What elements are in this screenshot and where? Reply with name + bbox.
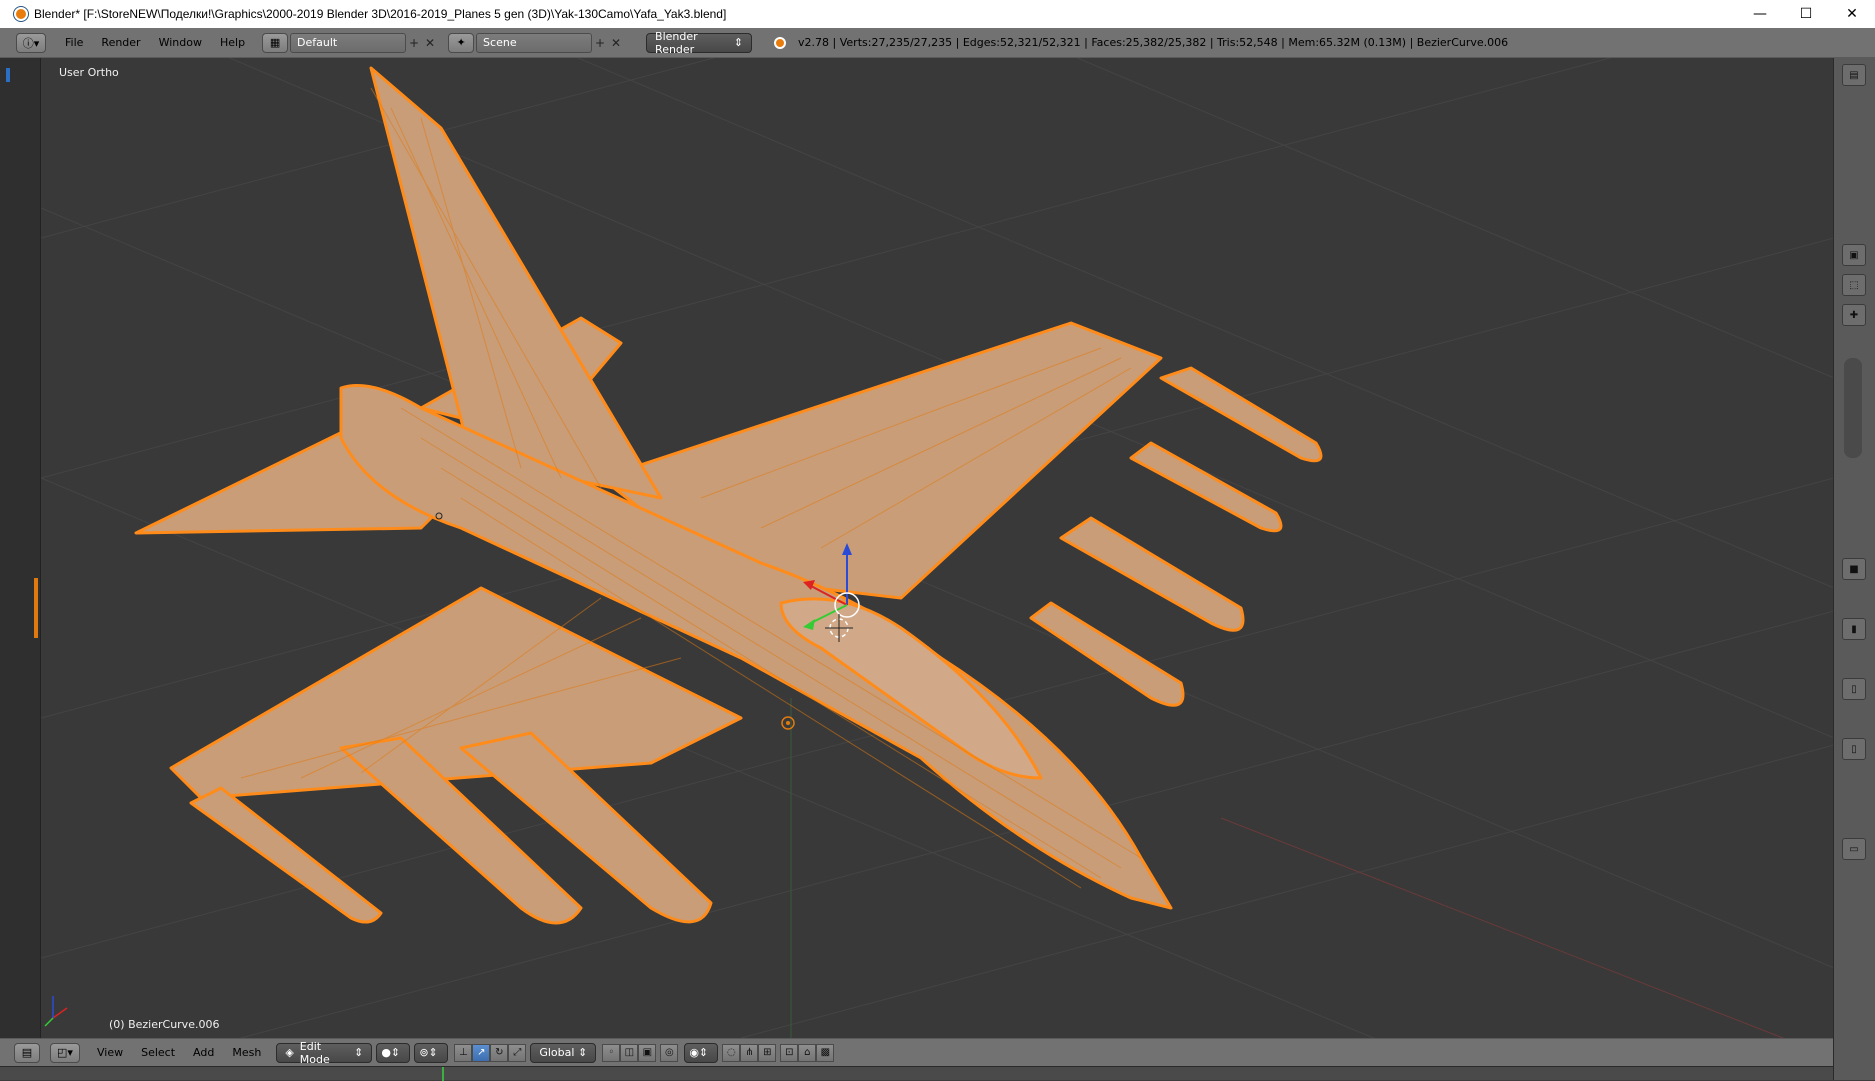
menu-help[interactable]: Help bbox=[211, 36, 254, 49]
3d-view-header: ▤ ◰▾ View Select Add Mesh ◈ Edit Mode ⇕ … bbox=[0, 1038, 1833, 1066]
manipulator-toggle-icon[interactable]: ⊥ bbox=[454, 1043, 473, 1062]
active-object-label: (0) BezierCurve.006 bbox=[109, 1018, 220, 1031]
shelf-indicator bbox=[34, 578, 38, 638]
rotate-manipulator-icon[interactable]: ↻ bbox=[490, 1043, 509, 1062]
timeline-strip[interactable] bbox=[0, 1066, 1833, 1081]
snap-icon[interactable]: ⋔ bbox=[740, 1043, 759, 1062]
blender-version-icon bbox=[774, 36, 787, 49]
properties-sidebar[interactable]: ▤ ▣ ⬚ ✚ ■ ▮ ▯ ▯ ▭ bbox=[1833, 58, 1875, 1080]
view-name-label: User Ortho bbox=[59, 66, 119, 79]
screen-layout-button[interactable]: ▦ bbox=[262, 32, 289, 53]
remove-scene-icon[interactable]: ✕ bbox=[608, 34, 624, 52]
chevron-updown-icon: ⇕ bbox=[578, 1046, 588, 1059]
vertical-scrollbar[interactable] bbox=[1844, 358, 1862, 458]
scale-manipulator-icon[interactable]: ⤢ bbox=[508, 1043, 527, 1062]
render-engine-label: Blender Render bbox=[655, 29, 698, 56]
right-missile-inner[interactable] bbox=[1129, 441, 1283, 533]
info-header: ⓘ▾ File Render Window Help ▦ Default + ✕… bbox=[0, 28, 1875, 58]
face-select-icon[interactable]: ▣ bbox=[638, 1043, 657, 1062]
3d-viewport[interactable]: User Ortho (0) BezierCurve.006 bbox=[40, 58, 1833, 1038]
screen-layout-field[interactable]: Default bbox=[290, 32, 407, 53]
proportional-icon: ◉⇕ bbox=[689, 1046, 709, 1059]
chevron-updown-icon: ⇕ bbox=[733, 36, 744, 49]
render-engine-dropdown[interactable]: Blender Render ⇕ bbox=[646, 29, 753, 56]
proportional-editing-dropdown[interactable]: ◉⇕ bbox=[684, 1042, 719, 1063]
tool-properties-button[interactable]: ✚ bbox=[1842, 304, 1866, 326]
panel-toggle-button[interactable]: ■ bbox=[1842, 558, 1866, 580]
layout-grid-icon: ▦ bbox=[269, 36, 281, 49]
pivot-point-dropdown[interactable]: ⊚⇕ bbox=[414, 1042, 449, 1063]
right-pylon-tank-outer[interactable] bbox=[1059, 516, 1245, 632]
view-axis-gizmo bbox=[44, 996, 68, 1027]
mode-dropdown[interactable]: ◈ Edit Mode ⇕ bbox=[276, 1039, 373, 1066]
menu-file[interactable]: File bbox=[56, 36, 92, 49]
render-preview-icon[interactable]: ⊡ bbox=[780, 1043, 799, 1062]
window-controls: — ☐ ✕ bbox=[1737, 0, 1875, 28]
camera-icon[interactable]: ⌂ bbox=[798, 1043, 817, 1062]
scene-name-field[interactable]: Scene bbox=[476, 32, 593, 53]
viewport-canvas bbox=[41, 58, 1833, 1038]
render-properties-button[interactable]: ▣ bbox=[1842, 244, 1866, 266]
close-button[interactable]: ✕ bbox=[1829, 0, 1875, 28]
editor-type-button[interactable]: ▤ bbox=[1842, 64, 1866, 86]
edge-select-icon[interactable]: ◫ bbox=[620, 1043, 639, 1062]
right-pylon-tank-inner[interactable] bbox=[1029, 601, 1185, 707]
add-scene-icon[interactable]: + bbox=[592, 34, 608, 52]
snap-element-icon[interactable]: ⊞ bbox=[758, 1043, 777, 1062]
pivot-icon: ⊚⇕ bbox=[419, 1046, 438, 1059]
left-missile-outer[interactable] bbox=[189, 786, 383, 924]
edit-mode-icon: ◈ bbox=[285, 1046, 294, 1059]
panel-toggle-button-2[interactable]: ▮ bbox=[1842, 618, 1866, 640]
3d-view-icon: ◰▾ bbox=[57, 1046, 73, 1059]
scene-selector-button[interactable]: ✦ bbox=[448, 32, 475, 53]
layers-properties-button[interactable]: ⬚ bbox=[1842, 274, 1866, 296]
aircraft-mesh[interactable] bbox=[134, 66, 1323, 925]
lamp-icon[interactable] bbox=[781, 716, 795, 730]
editor-type-info-button[interactable]: ⓘ▾ bbox=[16, 32, 46, 53]
minimize-button[interactable]: — bbox=[1737, 0, 1783, 28]
remove-layout-icon[interactable]: ✕ bbox=[422, 34, 438, 52]
window-titlebar: Blender* [F:\StoreNEW\Поделки!\Graphics\… bbox=[0, 0, 1875, 28]
timeline-editor-button[interactable]: ▤ bbox=[14, 1042, 40, 1063]
timeline-icon: ▤ bbox=[21, 1046, 33, 1059]
add-layout-icon[interactable]: + bbox=[406, 34, 422, 52]
solid-shading-icon: ●⇕ bbox=[381, 1046, 401, 1059]
panel-toggle-button-5[interactable]: ▭ bbox=[1842, 838, 1866, 860]
scene-statistics: v2.78 | Verts:27,235/27,235 | Edges:52,3… bbox=[798, 36, 1509, 49]
menu-window[interactable]: Window bbox=[150, 36, 211, 49]
info-icon: ⓘ▾ bbox=[22, 36, 40, 50]
blender-logo-icon bbox=[14, 7, 28, 21]
falloff-icon[interactable]: ◌ bbox=[722, 1043, 741, 1062]
render-animation-icon[interactable]: ▩ bbox=[816, 1043, 835, 1062]
orientation-label: Global bbox=[539, 1046, 575, 1059]
panel-toggle-button-4[interactable]: ▯ bbox=[1842, 738, 1866, 760]
menu-mesh[interactable]: Mesh bbox=[223, 1046, 270, 1059]
editor-type-3dview-button[interactable]: ◰▾ bbox=[50, 1042, 80, 1063]
panel-toggle-button-3[interactable]: ▯ bbox=[1842, 678, 1866, 700]
limit-selection-icon[interactable]: ◎ bbox=[660, 1043, 679, 1062]
vertex-select-icon[interactable]: ◦ bbox=[602, 1043, 621, 1062]
menu-render[interactable]: Render bbox=[92, 36, 149, 49]
mode-label: Edit Mode bbox=[299, 1039, 330, 1066]
tool-shelf-collapsed[interactable] bbox=[0, 58, 40, 1080]
scene-icon: ✦ bbox=[456, 36, 466, 49]
current-frame-indicator[interactable] bbox=[442, 1067, 444, 1081]
translate-manipulator-icon[interactable]: ↗ bbox=[472, 1043, 491, 1062]
x-axis-line bbox=[1220, 817, 1785, 1038]
maximize-button[interactable]: ☐ bbox=[1783, 0, 1829, 28]
viewport-shading-dropdown[interactable]: ●⇕ bbox=[376, 1042, 411, 1063]
menu-add[interactable]: Add bbox=[184, 1046, 223, 1059]
menu-select[interactable]: Select bbox=[132, 1046, 184, 1059]
window-title: Blender* [F:\StoreNEW\Поделки!\Graphics\… bbox=[34, 7, 727, 21]
chevron-updown-icon: ⇕ bbox=[354, 1046, 364, 1059]
menu-view[interactable]: View bbox=[88, 1046, 132, 1059]
tool-shelf-tab[interactable] bbox=[6, 68, 10, 82]
transform-orientation-dropdown[interactable]: Global ⇕ bbox=[530, 1042, 597, 1063]
